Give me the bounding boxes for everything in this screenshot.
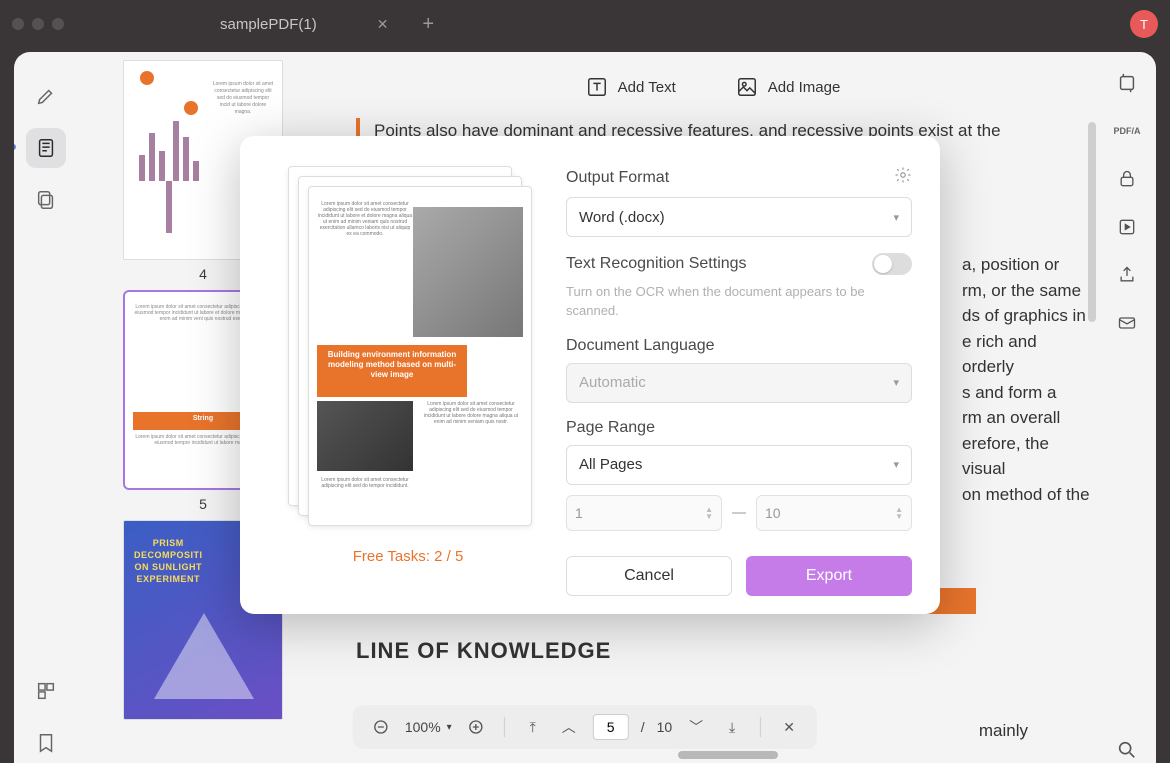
prev-page-icon[interactable]: ︿ xyxy=(557,715,581,739)
zoom-in-icon[interactable] xyxy=(464,715,488,739)
export-preview: Lorem ipsum dolor sit amet consectetur a… xyxy=(268,166,548,596)
text-icon xyxy=(586,76,608,98)
right-toolbar: PDF/A xyxy=(1098,52,1156,763)
search-icon[interactable] xyxy=(1114,737,1140,763)
output-format-select[interactable]: Word (.docx) ▾ xyxy=(566,197,912,237)
paragraph-tail: a, position or rm, or the same ds of gra… xyxy=(962,252,1092,507)
gear-icon[interactable] xyxy=(894,166,912,189)
add-text-button[interactable]: Add Text xyxy=(586,76,676,98)
thumbnail-title: PRISM DECOMPOSITI ON SUNLIGHT EXPERIMENT xyxy=(134,537,203,585)
range-dash xyxy=(732,512,746,514)
horizontal-scrollbar[interactable] xyxy=(678,751,778,759)
close-tab-icon[interactable]: ✕ xyxy=(377,16,389,33)
page-input[interactable] xyxy=(593,714,629,740)
language-label: Document Language xyxy=(566,337,715,355)
preview-stack: Lorem ipsum dolor sit amet consectetur a… xyxy=(288,166,528,536)
titlebar: samplePDF(1) ✕ + T xyxy=(0,0,1170,48)
last-page-icon[interactable]: ⤓ xyxy=(720,715,744,739)
export-dialog: Lorem ipsum dolor sit amet consectetur a… xyxy=(240,136,940,614)
page-to-input[interactable]: 10 ▲▼ xyxy=(756,495,912,531)
top-actions: Add Text Add Image xyxy=(328,62,1098,118)
language-select[interactable]: Automatic ▾ xyxy=(566,363,912,403)
maximize-window[interactable] xyxy=(52,18,64,30)
language-value: Automatic xyxy=(579,374,646,391)
document-tab[interactable]: samplePDF(1) ✕ xyxy=(204,8,404,41)
chevron-down-icon: ▾ xyxy=(893,458,899,471)
play-icon[interactable] xyxy=(1114,214,1140,240)
left-toolbar xyxy=(14,52,78,763)
output-format-label: Output Format xyxy=(566,169,669,187)
zoom-out-icon[interactable] xyxy=(369,715,393,739)
rotate-icon[interactable] xyxy=(1114,70,1140,96)
ocr-toggle[interactable] xyxy=(872,253,912,275)
first-page-icon[interactable]: ⤒ xyxy=(521,715,545,739)
export-settings: Output Format Word (.docx) ▾ Text Recogn… xyxy=(548,166,912,596)
minimize-window[interactable] xyxy=(32,18,44,30)
share-icon[interactable] xyxy=(1114,262,1140,288)
page-total: 10 xyxy=(657,719,673,735)
page-from-input[interactable]: 1 ▲▼ xyxy=(566,495,722,531)
chevron-down-icon: ▾ xyxy=(893,211,899,224)
mail-icon[interactable] xyxy=(1114,310,1140,336)
close-window[interactable] xyxy=(12,18,24,30)
zoom-level[interactable]: 100%▾ xyxy=(405,719,452,735)
page-separator: / xyxy=(641,719,645,735)
avatar[interactable]: T xyxy=(1130,10,1158,38)
image-icon xyxy=(736,76,758,98)
highlight-tool[interactable] xyxy=(26,76,66,116)
tab-title: samplePDF(1) xyxy=(220,16,317,33)
page-range-select[interactable]: All Pages ▾ xyxy=(566,445,912,485)
annotate-tool[interactable] xyxy=(26,128,66,168)
preview-band: Building environment information modelin… xyxy=(317,345,467,397)
vertical-scrollbar[interactable] xyxy=(1088,122,1096,322)
lock-icon[interactable] xyxy=(1114,166,1140,192)
ocr-hint: Turn on the OCR when the document appear… xyxy=(566,283,912,321)
free-tasks-counter: Free Tasks: 2 / 5 xyxy=(268,548,548,565)
add-image-label: Add Image xyxy=(768,79,841,96)
trailing-text: mainly xyxy=(979,721,1028,741)
add-tab-icon[interactable]: + xyxy=(422,13,434,36)
cancel-button[interactable]: Cancel xyxy=(566,556,732,596)
add-image-button[interactable]: Add Image xyxy=(736,76,841,98)
copy-tool[interactable] xyxy=(26,180,66,220)
page-range-label: Page Range xyxy=(566,419,655,437)
heading-line-of-knowledge: LINE OF KNOWLEDGE xyxy=(356,634,1070,667)
chevron-down-icon: ▾ xyxy=(893,376,899,389)
outline-tool[interactable] xyxy=(26,671,66,711)
page-range-value: All Pages xyxy=(579,456,642,473)
bookmark-tool[interactable] xyxy=(26,723,66,763)
export-button[interactable]: Export xyxy=(746,556,912,596)
close-controls-icon[interactable]: ✕ xyxy=(777,715,801,739)
page-controls: 100%▾ ⤒ ︿ / 10 ﹀ ⤓ ✕ xyxy=(353,705,817,749)
output-format-value: Word (.docx) xyxy=(579,209,665,226)
next-page-icon[interactable]: ﹀ xyxy=(684,715,708,739)
pdfa-icon[interactable]: PDF/A xyxy=(1114,118,1140,144)
window-controls xyxy=(12,18,64,30)
add-text-label: Add Text xyxy=(618,79,676,96)
ocr-label: Text Recognition Settings xyxy=(566,255,747,273)
